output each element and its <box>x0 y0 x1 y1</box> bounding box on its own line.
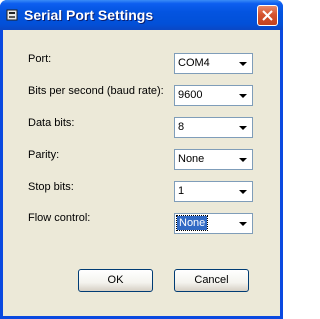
chevron-down-icon[interactable] <box>235 151 251 168</box>
parity-select[interactable]: None <box>174 149 253 170</box>
parity-value: None <box>178 153 205 165</box>
dialog-body: Port: COM4 Bits per second (baud rate): … <box>3 30 280 316</box>
port-label: Port: <box>28 53 52 65</box>
baud-rate-select[interactable]: 9600 <box>174 85 253 106</box>
cancel-button[interactable]: Cancel <box>174 269 249 292</box>
close-icon <box>262 10 273 21</box>
close-button[interactable] <box>257 5 278 26</box>
baud-rate-label: Bits per second (baud rate): <box>28 85 164 97</box>
serial-port-settings-window: Serial Port Settings Port: COM4 Bits per… <box>0 0 283 319</box>
chevron-down-icon[interactable] <box>235 215 251 232</box>
data-bits-select[interactable]: 8 <box>174 117 253 138</box>
data-bits-value: 8 <box>178 121 185 133</box>
data-bits-label: Data bits: <box>28 117 75 129</box>
port-value: COM4 <box>178 57 210 69</box>
window-app-icon <box>6 9 18 21</box>
flow-control-select[interactable]: None <box>174 213 253 234</box>
flow-control-value: None <box>175 215 209 231</box>
window-title: Serial Port Settings <box>24 7 154 23</box>
chevron-down-icon[interactable] <box>235 55 251 72</box>
chevron-down-icon[interactable] <box>235 183 251 200</box>
chevron-down-icon[interactable] <box>235 119 251 136</box>
baud-rate-value: 9600 <box>178 89 203 101</box>
port-select[interactable]: COM4 <box>174 53 253 74</box>
stop-bits-value: 1 <box>178 185 185 197</box>
chevron-down-icon[interactable] <box>235 87 251 104</box>
stop-bits-select[interactable]: 1 <box>174 181 253 202</box>
ok-button[interactable]: OK <box>78 269 153 292</box>
flow-control-label: Flow control: <box>28 212 91 224</box>
title-bar[interactable]: Serial Port Settings <box>0 0 283 30</box>
parity-label: Parity: <box>28 149 60 161</box>
stop-bits-label: Stop bits: <box>28 181 74 193</box>
